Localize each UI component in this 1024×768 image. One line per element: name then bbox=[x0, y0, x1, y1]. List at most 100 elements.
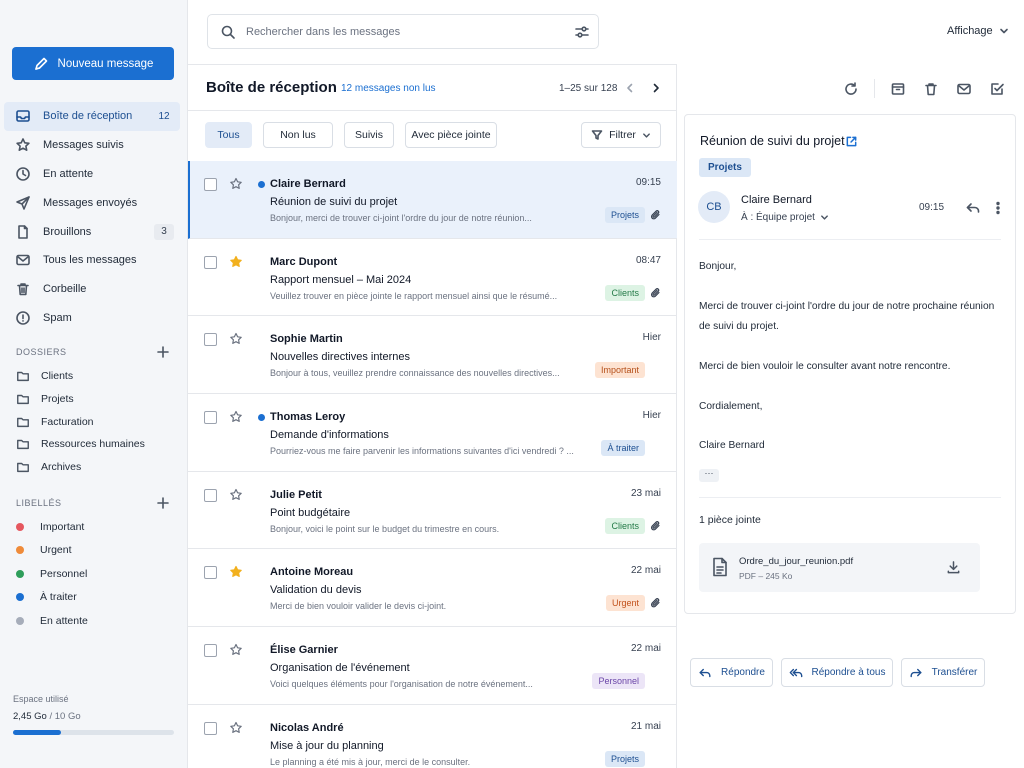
message-checkbox[interactable] bbox=[204, 411, 217, 425]
refresh-icon[interactable] bbox=[843, 81, 859, 97]
message-checkbox[interactable] bbox=[204, 178, 217, 191]
message-time: 23 mai bbox=[630, 487, 661, 499]
reply-icon[interactable] bbox=[965, 200, 981, 216]
search-options-icon[interactable] bbox=[574, 24, 590, 40]
label-item-urgent[interactable]: Urgent bbox=[16, 539, 176, 563]
chevron-down-icon bbox=[999, 28, 1008, 34]
forward-button[interactable]: Transférer bbox=[901, 658, 985, 687]
message-checkbox[interactable] bbox=[204, 721, 217, 735]
reader-from-name: Claire Bernard bbox=[741, 194, 812, 206]
folder-icon bbox=[17, 440, 29, 450]
chevron-left-icon[interactable] bbox=[624, 82, 636, 94]
folder-item-facturation[interactable]: Facturation bbox=[16, 410, 176, 433]
message-checkbox[interactable] bbox=[204, 644, 217, 658]
unread-count[interactable]: 12 messages non lus bbox=[341, 83, 436, 94]
filter-button[interactable]: Filtrer bbox=[581, 122, 661, 148]
chip-all[interactable]: Tous bbox=[205, 122, 252, 148]
display-menu-button[interactable]: Affichage bbox=[947, 25, 1009, 37]
folder-label: Ressources humaines bbox=[41, 438, 145, 451]
nav-item-trash[interactable]: Corbeille bbox=[4, 275, 180, 304]
nav-item-starred[interactable]: Messages suivis bbox=[4, 131, 180, 160]
download-icon[interactable] bbox=[946, 560, 961, 575]
show-quoted-button[interactable]: ··· bbox=[699, 469, 719, 482]
delete-icon[interactable] bbox=[923, 81, 939, 97]
nav-label: Messages envoyés bbox=[43, 196, 138, 209]
more-vertical-icon[interactable] bbox=[990, 200, 1006, 216]
chip-starred[interactable]: Suivis bbox=[344, 122, 394, 148]
reader-recipients[interactable]: À : Équipe projet bbox=[741, 212, 829, 223]
reply-all-button[interactable]: Répondre à tous bbox=[781, 658, 893, 687]
attachment-card[interactable]: Ordre_du_jour_reunion.pdf PDF – 245 Ko bbox=[699, 543, 980, 592]
archive-icon[interactable] bbox=[890, 81, 906, 97]
list-title: Boîte de réception bbox=[206, 79, 337, 96]
message-snippet: Bonjour à tous, veuillez prendre connais… bbox=[270, 368, 560, 379]
message-row[interactable]: Claire Bernard Réunion de suivi du projet… bbox=[188, 161, 677, 239]
mark-read-icon[interactable] bbox=[956, 81, 972, 97]
reply-button[interactable]: Répondre bbox=[690, 658, 773, 687]
star-outline-icon[interactable] bbox=[229, 332, 243, 346]
star-outline-icon[interactable] bbox=[229, 410, 243, 424]
body-signature: Claire Bernard bbox=[699, 440, 765, 451]
reader-tag[interactable]: Projets bbox=[699, 158, 751, 177]
reader-divider bbox=[699, 497, 1001, 498]
chevron-right-icon[interactable] bbox=[650, 82, 662, 94]
pager-range: 1–25 sur 128 bbox=[559, 83, 618, 94]
open-external-icon[interactable] bbox=[845, 135, 858, 148]
folder-item-projets[interactable]: Projets bbox=[16, 388, 176, 411]
star-filled-icon[interactable] bbox=[229, 565, 243, 579]
nav-item-drafts[interactable]: Brouillons 3 bbox=[4, 217, 180, 246]
star-outline-icon[interactable] bbox=[229, 488, 243, 502]
nav-item-all-mail[interactable]: Tous les messages bbox=[4, 246, 180, 275]
message-row[interactable]: Thomas Leroy Demande d'informations Pourri… bbox=[188, 394, 677, 472]
unread-dot bbox=[258, 414, 265, 422]
add-label-icon[interactable] bbox=[157, 497, 169, 509]
search-input[interactable] bbox=[246, 25, 556, 38]
nav-count-drafts: 3 bbox=[154, 224, 174, 241]
attachment-meta: PDF – 245 Ko bbox=[739, 571, 793, 581]
nav-item-snoozed[interactable]: En attente bbox=[4, 160, 180, 189]
label-item-important[interactable]: Important bbox=[16, 515, 176, 539]
paperclip-icon bbox=[651, 598, 660, 608]
star-outline-icon[interactable] bbox=[229, 643, 243, 657]
folder-item-rh[interactable]: Ressources humaines bbox=[16, 433, 176, 456]
message-row[interactable]: Nicolas André Mise à jour du planning Le p… bbox=[188, 705, 677, 768]
message-tag: Clients bbox=[605, 517, 645, 534]
message-snippet: Bonjour, voici le point sur le budget du… bbox=[270, 523, 500, 534]
label-color-dot bbox=[16, 546, 24, 555]
message-checkbox[interactable] bbox=[204, 333, 217, 347]
reply-all-icon bbox=[789, 668, 802, 677]
nav-item-inbox[interactable]: Boîte de réception 12 bbox=[4, 102, 180, 131]
message-tag: Projets bbox=[604, 207, 645, 223]
label-item-a-traiter[interactable]: À traiter bbox=[16, 586, 176, 610]
chip-attachment[interactable]: Avec pièce jointe bbox=[405, 122, 497, 148]
message-row[interactable]: Julie Petit Point budgétaire Bonjour, voic… bbox=[188, 472, 677, 550]
message-checkbox[interactable] bbox=[204, 255, 217, 269]
message-row[interactable]: Marc Dupont Rapport mensuel – Mai 2024 Veu… bbox=[188, 239, 677, 317]
star-outline-icon[interactable] bbox=[229, 721, 243, 735]
folder-icon bbox=[17, 394, 29, 405]
label-item-en-attente[interactable]: En attente bbox=[16, 609, 176, 633]
star-outline-icon[interactable] bbox=[229, 177, 243, 191]
nav-item-spam[interactable]: Spam bbox=[4, 304, 180, 333]
folder-item-archives[interactable]: Archives bbox=[16, 456, 176, 479]
message-row[interactable]: Sophie Martin Nouvelles directives intern… bbox=[188, 316, 677, 395]
task-icon[interactable] bbox=[989, 81, 1005, 97]
message-tag: À traiter bbox=[601, 440, 645, 457]
message-list-panel: Boîte de réception 12 messages non lus 1… bbox=[188, 64, 677, 768]
chip-unread[interactable]: Non lus bbox=[263, 122, 333, 148]
nav-count-inbox: 12 bbox=[158, 111, 170, 122]
message-list: Claire Bernard Réunion de suivi du projet… bbox=[188, 161, 677, 768]
message-subject: Point budgétaire bbox=[270, 506, 351, 519]
add-folder-icon[interactable] bbox=[157, 346, 169, 358]
folder-item-clients[interactable]: Clients bbox=[16, 365, 176, 388]
search-bar[interactable] bbox=[207, 14, 599, 49]
message-row[interactable]: Antoine Moreau Validation du devis Merci d… bbox=[188, 549, 677, 628]
nav-list: Boîte de réception 12 Messages suivis En… bbox=[4, 102, 180, 332]
label-item-personnel[interactable]: Personnel bbox=[16, 562, 176, 586]
nav-item-sent[interactable]: Messages envoyés bbox=[4, 188, 180, 217]
star-filled-icon[interactable] bbox=[229, 255, 243, 269]
message-checkbox[interactable] bbox=[204, 566, 217, 580]
message-row[interactable]: Élise Garnier Organisation de l'événement… bbox=[188, 627, 677, 705]
message-checkbox[interactable] bbox=[204, 488, 217, 502]
new-message-button[interactable]: Nouveau message bbox=[12, 47, 174, 80]
